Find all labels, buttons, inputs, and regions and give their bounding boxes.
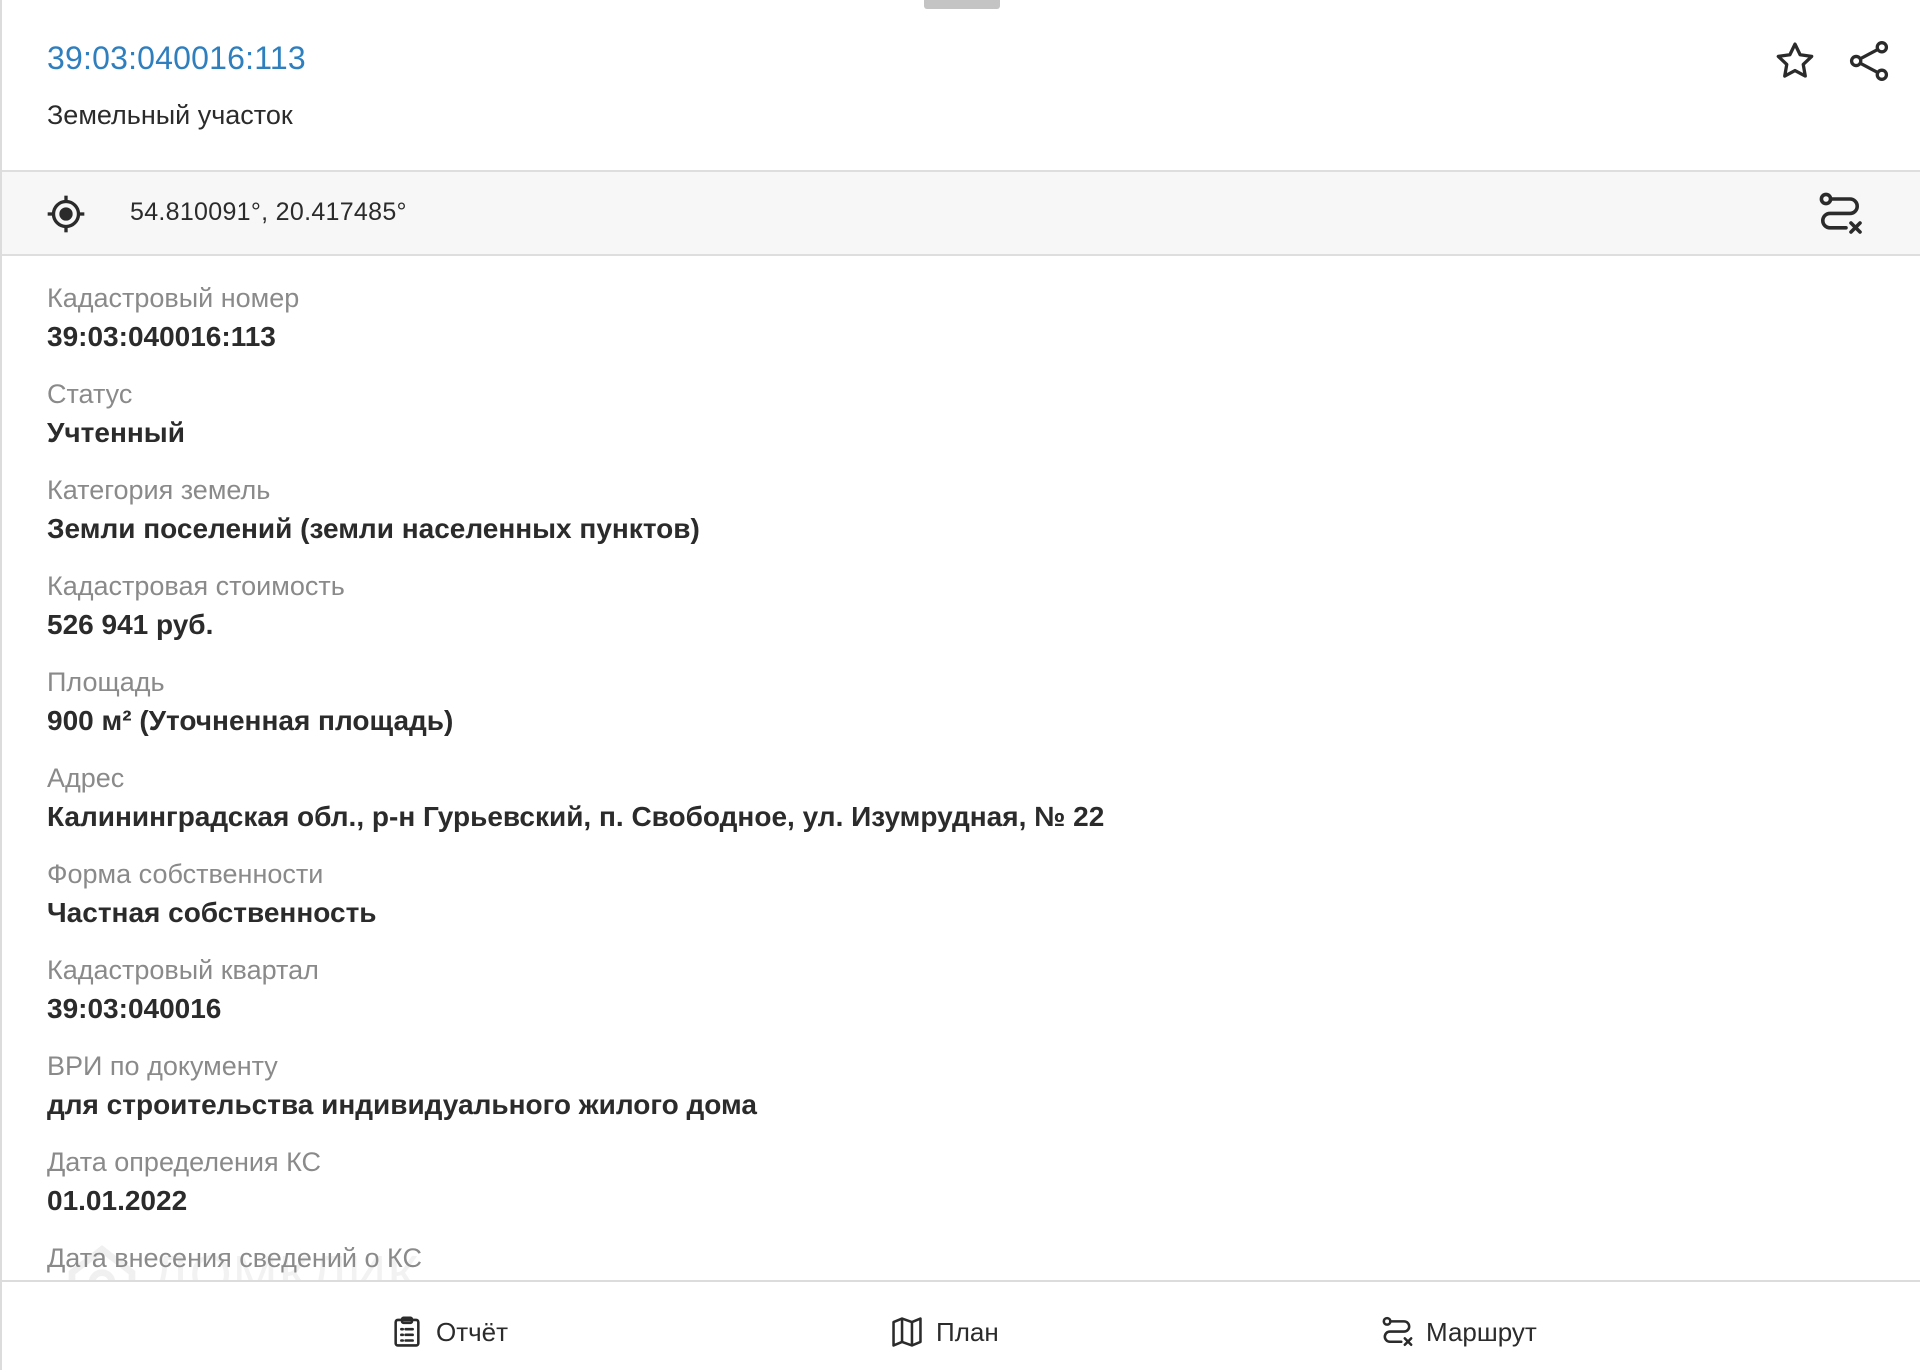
detail-label: Дата внесения сведений о КС [47,1243,422,1273]
favorite-button[interactable] [1770,36,1820,86]
detail-value: 01.01.2022 [47,1185,188,1216]
detail-area: Площадь 900 м² (Уточненная площадь) [47,664,453,740]
plan-button-label: План [936,1316,999,1347]
route-icon [1382,1316,1413,1347]
map-icon [892,1317,922,1347]
detail-status: Статус Учтенный [47,376,185,452]
detail-label: ВРИ по документу [47,1051,278,1081]
detail-valuation-date: Дата определения КС 01.01.2022 [47,1144,321,1220]
detail-cadastral-value: Кадастровая стоимость 526 941 руб. [47,568,345,644]
detail-value: 900 м² (Уточненная площадь) [47,705,454,736]
detail-value: для строительства индивидуального жилого… [47,1089,757,1120]
detail-label: Кадастровый номер [47,283,300,313]
detail-value: Учтенный [47,417,185,448]
detail-cadastral-quarter: Кадастровый квартал 39:03:040016 [47,952,319,1028]
detail-value[interactable]: 39:03:040016 [47,990,319,1028]
detail-label: Категория земель [47,475,271,505]
header-actions [1770,36,1894,86]
report-button-label: Отчёт [436,1316,509,1347]
detail-value: Земли поселений (земли населенных пункто… [47,513,700,544]
detail-label: Кадастровый квартал [47,955,319,985]
detail-land-category: Категория земель Земли поселений (земли … [47,472,700,548]
detail-label: Форма собственности [47,859,324,889]
detail-valuation-entry-date: Дата внесения сведений о КС [47,1240,422,1280]
detail-label: Статус [47,379,133,409]
cadastral-number-title[interactable]: 39:03:040016:113 [47,40,306,77]
detail-label: Дата определения КС [47,1147,322,1177]
detail-label: Площадь [47,667,165,697]
details-list: Кадастровый номер 39:03:040016:113 Стату… [2,256,1920,1280]
plan-button[interactable]: План [890,1312,999,1352]
object-card-panel: 39:03:040016:113 Земельный участок 54.81… [0,0,1920,1370]
report-button[interactable]: Отчёт [390,1312,508,1352]
detail-value: Калининградская обл., р-н Гурьевский, п.… [47,801,1105,832]
detail-label: Адрес [47,763,125,793]
object-type-subtitle: Земельный участок [47,100,293,130]
detail-label: Кадастровая стоимость [47,571,345,601]
detail-value: Частная собственность [47,897,377,928]
route-button-label: Маршрут [1426,1316,1537,1347]
report-icon [394,1316,420,1347]
share-icon [1849,41,1889,81]
card-header: 39:03:040016:113 Земельный участок [2,0,1920,172]
route-icon[interactable] [1816,190,1864,238]
detail-permitted-use: ВРИ по документу для строительства индив… [47,1048,757,1124]
coordinates-bar: 54.810091°, 20.417485° [2,172,1920,256]
route-button[interactable]: Маршрут [1380,1312,1537,1352]
coordinates-text[interactable]: 54.810091°, 20.417485° [130,198,407,227]
detail-value: 39:03:040016:113 [47,321,276,352]
star-icon [1776,42,1814,78]
detail-ownership-form: Форма собственности Частная собственност… [47,856,377,932]
detail-address: Адрес Калининградская обл., р-н Гурьевск… [47,760,1104,836]
detail-cadastral-number: Кадастровый номер 39:03:040016:113 [47,280,299,356]
share-button[interactable] [1844,36,1894,86]
bottom-action-bar: Отчёт План Маршрут [2,1280,1920,1370]
locate-icon[interactable] [46,194,86,234]
detail-value: 526 941 руб. [47,609,214,640]
